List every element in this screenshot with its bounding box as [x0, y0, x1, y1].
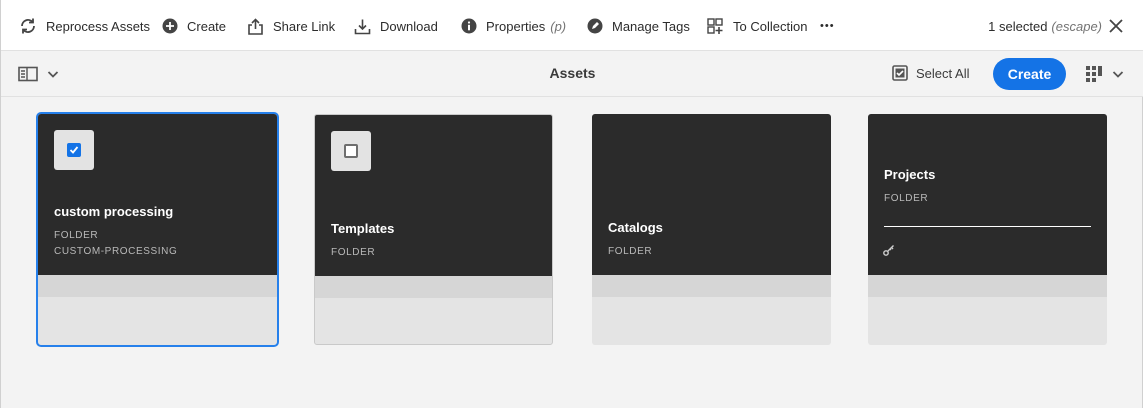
folder-card-custom-processing[interactable]: custom processing FOLDER CUSTOM-PROCESSI… [36, 112, 279, 347]
add-to-collection-icon [707, 17, 723, 34]
properties-shortcut-hint: (p) [550, 18, 567, 34]
card-title: Catalogs [608, 220, 663, 235]
create-action-button[interactable]: Create [162, 16, 226, 36]
select-all-button[interactable]: Select All [892, 65, 969, 81]
selection-status: 1 selected (escape) [988, 16, 1102, 36]
properties-button[interactable]: Properties (p) [461, 16, 566, 36]
refresh-icon [21, 18, 35, 34]
share-link-button[interactable]: Share Link [247, 16, 335, 36]
card-select-checkbox[interactable] [331, 131, 371, 171]
properties-label: Properties [486, 18, 546, 34]
download-icon [354, 19, 371, 34]
selected-count: 1 selected [988, 18, 1048, 34]
checkmark-icon [69, 146, 79, 154]
action-bar: Reprocess Assets Create Share Link Downl… [1, 0, 1143, 51]
card-info-band [315, 276, 552, 298]
card-select-checkbox[interactable] [54, 130, 94, 170]
card-view-icon [1086, 66, 1102, 82]
folder-card-projects[interactable]: Projects FOLDER [868, 114, 1107, 345]
card-thumbnail: Catalogs FOLDER [592, 114, 831, 275]
manage-tags-button[interactable]: Manage Tags [587, 16, 690, 36]
card-type: FOLDER [884, 193, 929, 204]
download-label: Download [380, 18, 438, 34]
card-title: custom processing [54, 204, 174, 219]
reprocess-assets-button[interactable]: Reprocess Assets [19, 16, 150, 36]
card-title: Projects [884, 167, 936, 182]
manage-tags-label: Manage Tags [612, 18, 690, 34]
assets-page: Reprocess Assets Create Share Link Downl… [0, 0, 1143, 408]
create-action-label: Create [187, 18, 227, 34]
checkbox-unchecked [344, 144, 358, 158]
chevron-down-icon [1112, 71, 1124, 78]
info-icon [461, 18, 477, 34]
to-collection-button[interactable]: To Collection [707, 16, 807, 36]
folder-card-catalogs[interactable]: Catalogs FOLDER [592, 114, 831, 345]
more-icon: ••• [820, 20, 835, 32]
to-collection-label: To Collection [733, 18, 808, 34]
close-icon[interactable] [1107, 17, 1125, 35]
card-info-band [38, 275, 277, 297]
add-circle-icon [162, 18, 178, 34]
key-icon [883, 245, 894, 256]
reprocess-assets-label: Reprocess Assets [46, 18, 151, 34]
folder-card-templates[interactable]: Templates FOLDER [314, 114, 553, 345]
create-button[interactable]: Create [993, 58, 1066, 90]
card-title: Templates [331, 221, 395, 236]
view-switcher-button[interactable] [1086, 66, 1124, 82]
tag-edit-icon [587, 18, 603, 34]
more-actions-button[interactable]: ••• [820, 16, 835, 36]
card-thumbnail: Templates FOLDER [315, 115, 552, 276]
card-path: CUSTOM-PROCESSING [54, 246, 178, 257]
select-all-icon [892, 65, 908, 81]
card-divider [884, 226, 1091, 227]
card-type: FOLDER [54, 230, 99, 241]
card-type: FOLDER [608, 246, 653, 257]
card-type: FOLDER [331, 247, 376, 258]
card-thumbnail: Projects FOLDER [868, 114, 1107, 275]
card-info-band [592, 275, 831, 297]
select-all-label: Select All [916, 65, 970, 81]
share-link-label: Share Link [273, 18, 336, 34]
card-info-band [868, 275, 1107, 297]
escape-hint: (escape) [1051, 18, 1102, 34]
checkbox-checked [67, 143, 81, 157]
share-icon [248, 17, 263, 35]
page-title: Assets [549, 65, 596, 81]
title-bar: Assets Select All [1, 51, 1143, 97]
download-button[interactable]: Download [354, 16, 438, 36]
card-thumbnail: custom processing FOLDER CUSTOM-PROCESSI… [38, 114, 277, 275]
